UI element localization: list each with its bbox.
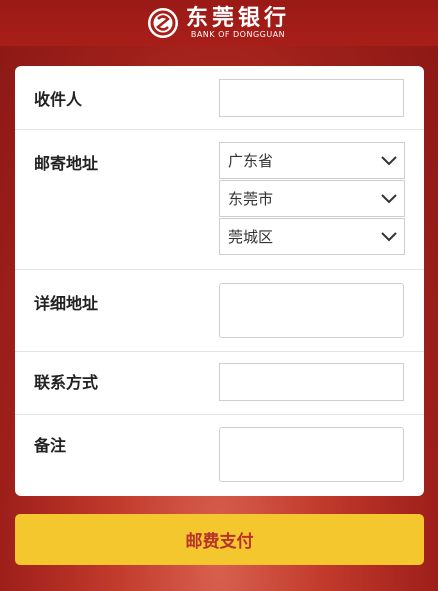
mailing-address-row: 邮寄地址 广东省 东莞市 莞城区 (15, 129, 424, 270)
chevron-down-icon (381, 231, 397, 241)
bank-logo-icon (147, 8, 178, 38)
city-select[interactable]: 东莞市 (219, 180, 405, 217)
bank-name-en: BANK OF DONGGUAN (190, 30, 286, 39)
bank-logo: 东莞银行 BANK OF DONGGUAN (147, 6, 290, 40)
detailed-address-textarea[interactable] (219, 283, 404, 338)
contact-row: 联系方式 (15, 351, 424, 415)
detailed-address-label: 详细地址 (34, 294, 99, 313)
recipient-input[interactable] (219, 79, 404, 117)
province-select[interactable]: 广东省 (219, 142, 405, 179)
mailing-address-label: 邮寄地址 (34, 154, 99, 173)
remarks-label: 备注 (34, 436, 67, 455)
bank-name-cn: 东莞银行 (185, 5, 290, 31)
district-value: 莞城区 (228, 228, 274, 246)
chevron-down-icon (381, 155, 397, 165)
province-value: 广东省 (228, 152, 274, 170)
app-header: 东莞银行 BANK OF DONGGUAN (0, 0, 438, 46)
contact-input[interactable] (219, 363, 404, 401)
chevron-down-icon (381, 193, 397, 203)
contact-label: 联系方式 (34, 373, 99, 392)
city-value: 东莞市 (228, 190, 274, 208)
bank-logo-text: 东莞银行 BANK OF DONGGUAN (186, 6, 290, 40)
pay-postage-button[interactable]: 邮费支付 (15, 514, 424, 565)
shipping-form: 收件人 邮寄地址 广东省 东莞市 莞城区 详细地址 联系方式 备注 (15, 66, 424, 496)
detailed-address-row: 详细地址 (15, 269, 424, 352)
remarks-row: 备注 (15, 414, 424, 496)
district-select[interactable]: 莞城区 (219, 218, 405, 255)
recipient-label: 收件人 (34, 90, 83, 109)
recipient-row: 收件人 (15, 66, 424, 130)
remarks-textarea[interactable] (219, 427, 404, 482)
